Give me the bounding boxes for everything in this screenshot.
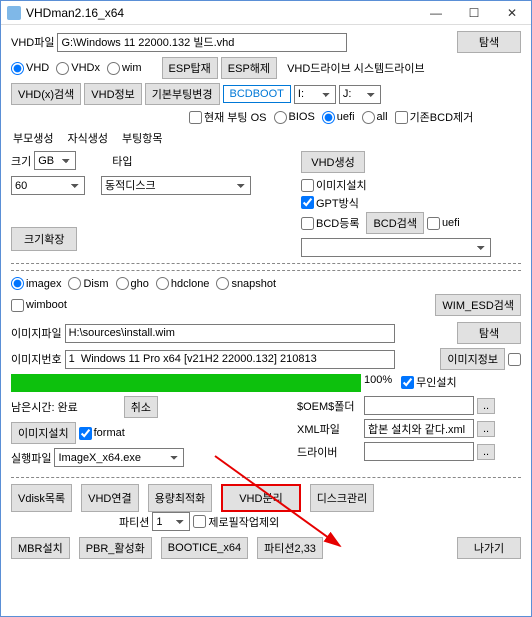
- progress-bar: [11, 374, 361, 392]
- size-unit-select[interactable]: GB: [34, 151, 76, 170]
- maximize-button[interactable]: ☐: [455, 1, 493, 25]
- close-button[interactable]: ✕: [493, 1, 531, 25]
- wim-esd-search-button[interactable]: WIM_ESD검색: [435, 294, 521, 316]
- cancel-button[interactable]: 취소: [124, 396, 158, 418]
- dism-radio[interactable]: Dism: [68, 277, 108, 290]
- radio-wim[interactable]: wim: [107, 62, 142, 75]
- size-expand-button[interactable]: 크기확장: [11, 227, 77, 251]
- bootice-button[interactable]: BOOTICE_x64: [161, 537, 248, 559]
- partition233-button[interactable]: 파티션2,33: [257, 537, 323, 559]
- vhdfile-label: VHD파일: [11, 34, 54, 50]
- exec-label: 실행파일: [11, 450, 51, 466]
- oem-input[interactable]: [364, 396, 474, 415]
- gho-radio[interactable]: gho: [116, 277, 149, 290]
- remain-value: 완료: [58, 399, 78, 415]
- remain-label: 남은시간:: [11, 399, 55, 415]
- oem-label: $OEM$폴더: [297, 398, 361, 414]
- browse-vhd-button[interactable]: 탐색: [457, 31, 521, 53]
- drive-j-select[interactable]: J:: [339, 85, 381, 104]
- remove-existing-bcd-check[interactable]: 기존BCD제거: [395, 109, 474, 125]
- titlebar: VHDman2.16_x64 — ☐ ✕: [1, 1, 531, 25]
- bios-radio[interactable]: BIOS: [274, 111, 315, 124]
- partition-label: 파티션: [119, 514, 149, 530]
- optimize-button[interactable]: 용량최적화: [148, 484, 213, 512]
- vdisk-list-button[interactable]: Vdisk목록: [11, 484, 72, 512]
- imginfo-button[interactable]: 이미지정보: [440, 348, 505, 370]
- vhd-info-button[interactable]: VHD정보: [84, 83, 141, 105]
- current-boot-os-check[interactable]: 현재 부팅 OS: [189, 109, 267, 125]
- progress-percent: 100%: [364, 374, 392, 386]
- drive-i-select[interactable]: I:: [294, 85, 336, 104]
- vhd-split-button[interactable]: VHD분리: [221, 484, 300, 512]
- xml-input[interactable]: [364, 419, 474, 438]
- imgfile-label: 이미지파일: [11, 325, 62, 341]
- snapshot-radio[interactable]: snapshot: [216, 277, 276, 290]
- uefi-check[interactable]: uefi: [427, 217, 460, 230]
- exit-button[interactable]: 나가기: [457, 537, 521, 559]
- vhdfile-input[interactable]: [57, 33, 347, 52]
- driver-input[interactable]: [364, 442, 474, 461]
- zerofill-exclude-check[interactable]: 제로필작업제외: [193, 514, 279, 530]
- vhd-connect-button[interactable]: VHD연결: [81, 484, 138, 512]
- esp-unmount-button[interactable]: ESP해제: [221, 57, 277, 79]
- hdclone-radio[interactable]: hdclone: [156, 277, 210, 290]
- mbr-install-button[interactable]: MBR설치: [11, 537, 70, 559]
- size-value-select[interactable]: 60: [11, 176, 85, 195]
- vhdx-search-button[interactable]: VHD(x)검색: [11, 83, 81, 105]
- minimize-button[interactable]: —: [417, 1, 455, 25]
- wimboot-check[interactable]: wimboot: [11, 299, 67, 312]
- radio-vhdx[interactable]: VHDx: [56, 62, 100, 75]
- driver-browse-button[interactable]: ..: [477, 444, 495, 460]
- image-install-check[interactable]: 이미지설치: [301, 177, 367, 193]
- format-check[interactable]: format: [79, 427, 125, 440]
- imgnum-label: 이미지번호: [11, 351, 62, 367]
- uefi-radio[interactable]: uefi: [322, 111, 355, 124]
- type-label: 타입: [112, 153, 132, 169]
- radio-vhd[interactable]: VHD: [11, 62, 49, 75]
- xml-label: XML파일: [297, 421, 361, 437]
- bcd-search-button[interactable]: BCD검색: [366, 212, 423, 234]
- imginfo-check[interactable]: [508, 353, 521, 366]
- driver-label: 드라이버: [297, 444, 361, 460]
- app-icon: [7, 6, 21, 20]
- imgnum-input[interactable]: [65, 350, 395, 369]
- imagex-radio[interactable]: imagex: [11, 277, 61, 290]
- window-title: VHDman2.16_x64: [26, 6, 417, 20]
- gpt-check[interactable]: GPT방식: [301, 195, 359, 211]
- size-label: 크기: [11, 153, 31, 169]
- tab-child-create[interactable]: 자식생성: [65, 129, 109, 147]
- pbr-activate-button[interactable]: PBR_활성화: [79, 537, 152, 559]
- bcd-register-check[interactable]: BCD등록: [301, 215, 359, 231]
- disk-mgmt-button[interactable]: 디스크관리: [310, 484, 375, 512]
- vhd-drive-label: VHD드라이브: [287, 60, 351, 76]
- oem-browse-button[interactable]: ..: [477, 398, 495, 414]
- all-radio[interactable]: all: [362, 111, 388, 124]
- xml-browse-button[interactable]: ..: [477, 421, 495, 437]
- esp-mount-button[interactable]: ESP탑재: [162, 57, 218, 79]
- partition-select[interactable]: 1: [152, 512, 190, 531]
- boot-change-button[interactable]: 기본부팅변경: [145, 83, 220, 105]
- sys-drive-label: 시스템드라이브: [354, 60, 425, 76]
- imgfile-browse-button[interactable]: 탐색: [457, 322, 521, 344]
- type-value-select[interactable]: 동적디스크: [101, 176, 251, 195]
- imgfile-input[interactable]: [65, 324, 395, 343]
- image-install-button[interactable]: 이미지설치: [11, 422, 76, 444]
- tab-boot-items[interactable]: 부팅항목: [120, 129, 164, 147]
- unattend-check[interactable]: 무인설치: [401, 374, 456, 390]
- bcdboot-button[interactable]: BCDBOOT: [223, 85, 291, 103]
- tab-parent-create[interactable]: 부모생성: [11, 129, 55, 147]
- bcd-path-select[interactable]: [301, 238, 491, 257]
- vhd-create-button[interactable]: VHD생성: [301, 151, 365, 173]
- exec-select[interactable]: ImageX_x64.exe: [54, 448, 184, 467]
